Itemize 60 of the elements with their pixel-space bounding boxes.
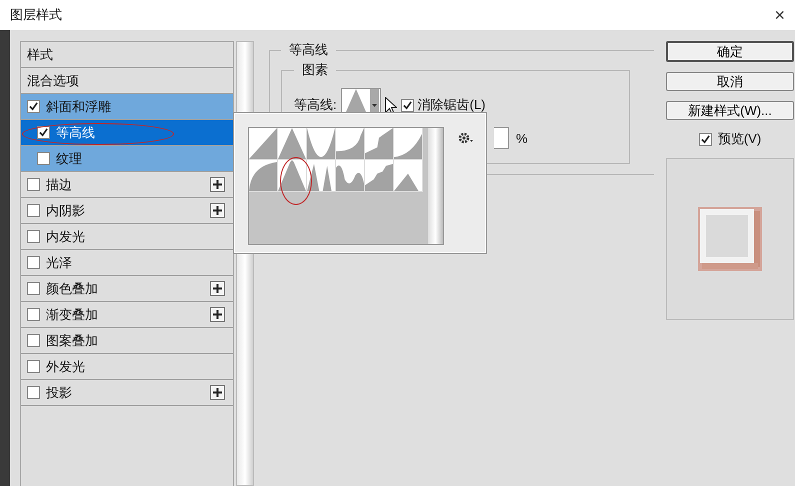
check-icon <box>29 102 38 111</box>
add-button[interactable] <box>210 203 225 218</box>
group-title: 等高线 <box>288 41 329 59</box>
contour-preset[interactable] <box>336 128 365 160</box>
checkbox[interactable] <box>27 334 40 347</box>
checkbox[interactable] <box>27 256 40 269</box>
range-field[interactable] <box>494 127 509 149</box>
plus-icon <box>213 388 222 397</box>
list-item[interactable]: 等高线 <box>21 120 233 146</box>
check-icon <box>402 100 412 110</box>
checkbox[interactable] <box>37 126 50 139</box>
checkbox[interactable] <box>27 308 40 321</box>
bevel-preview-drawing <box>698 207 762 271</box>
checkbox[interactable] <box>698 132 712 146</box>
contour-preset[interactable] <box>365 128 394 160</box>
list-item[interactable]: 纹理 <box>21 146 233 172</box>
checkbox[interactable] <box>27 204 40 217</box>
contour-preset[interactable] <box>249 128 278 160</box>
add-button[interactable] <box>210 281 225 296</box>
checkbox-label: 预览(V) <box>718 130 762 148</box>
dialog-button[interactable]: 取消 <box>666 72 794 91</box>
checkbox-label: 消除锯齿(L) <box>418 96 486 114</box>
check-icon <box>39 128 48 137</box>
checkbox[interactable] <box>27 100 40 113</box>
checkbox[interactable] <box>27 282 40 295</box>
contour-preset[interactable] <box>249 160 278 192</box>
contour-preset[interactable] <box>336 160 365 192</box>
checkbox[interactable] <box>37 152 50 165</box>
plus-icon <box>213 206 222 215</box>
checkbox[interactable] <box>27 178 40 191</box>
caret-icon <box>372 104 377 106</box>
dialog-button[interactable]: 确定 <box>666 41 794 62</box>
contour-preset[interactable] <box>278 160 307 192</box>
scrollbar[interactable] <box>428 128 443 244</box>
add-button[interactable] <box>210 177 225 192</box>
checkbox[interactable] <box>27 360 40 373</box>
unit-label: % <box>516 130 528 146</box>
field-label: 等高线: <box>294 96 337 114</box>
contour-preset[interactable] <box>365 160 394 192</box>
window-title: 图层样式 <box>10 6 62 24</box>
checkbox[interactable] <box>27 230 40 243</box>
add-button[interactable] <box>210 385 225 400</box>
contour-preset[interactable] <box>394 128 423 160</box>
add-button[interactable] <box>210 307 225 322</box>
group-title: 图素 <box>301 61 329 79</box>
checkbox[interactable] <box>27 386 40 399</box>
highlight-ellipse <box>280 157 312 205</box>
check-icon <box>700 134 710 144</box>
contour-preset[interactable] <box>307 160 336 192</box>
plus-icon <box>213 284 222 293</box>
contour-preset[interactable] <box>307 128 336 160</box>
checkbox[interactable] <box>400 98 414 112</box>
contour-preset[interactable] <box>278 128 307 160</box>
plus-icon <box>213 310 222 319</box>
plus-icon <box>213 180 222 189</box>
gear-icon[interactable] <box>458 132 474 144</box>
dialog-button[interactable]: 新建样式(W)... <box>666 101 794 120</box>
list-item[interactable]: 斜面和浮雕 <box>21 94 233 120</box>
close-button[interactable]: × <box>774 4 785 26</box>
contour-preset[interactable] <box>394 160 423 192</box>
